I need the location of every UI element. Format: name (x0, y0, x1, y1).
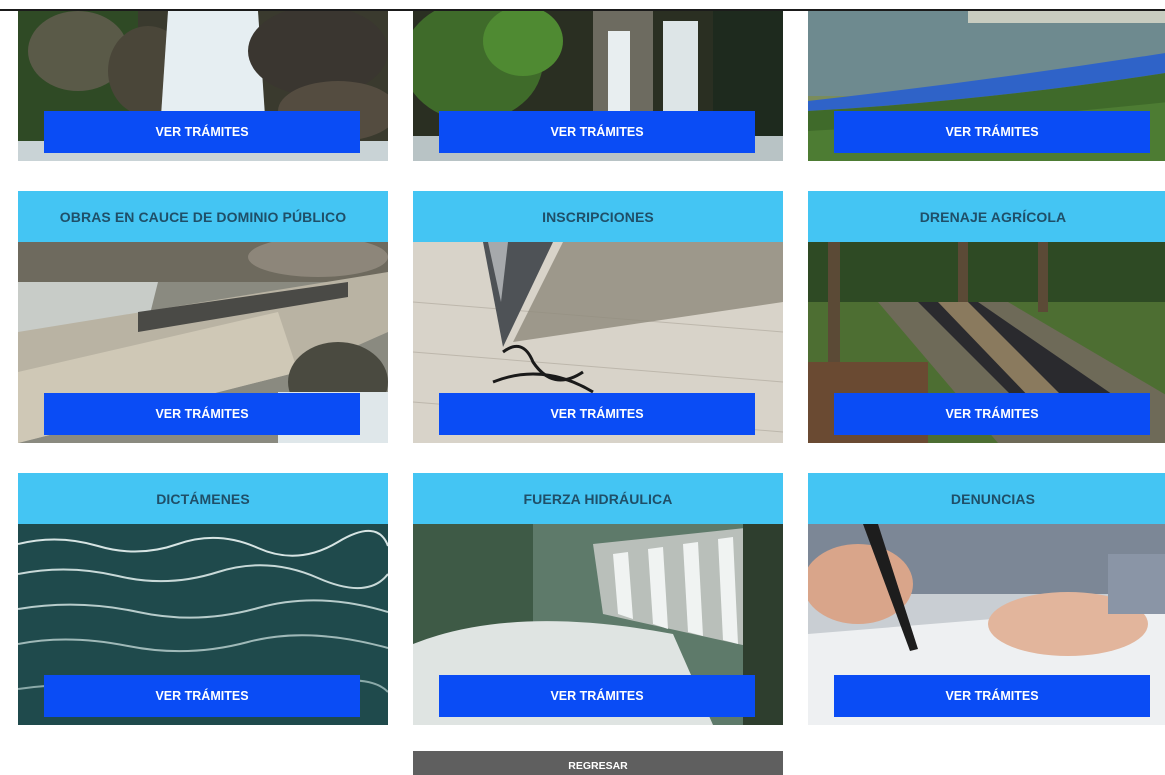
card-title: OBRAS EN CAUCE DE DOMINIO PÚBLICO (18, 191, 388, 242)
card-title: DICTÁMENES (18, 473, 388, 524)
ver-tramites-button[interactable]: VER TRÁMITES (44, 393, 360, 435)
ver-tramites-button[interactable]: VER TRÁMITES (834, 393, 1150, 435)
regresar-label: REGRESAR (568, 760, 628, 772)
card-title: DRENAJE AGRÍCOLA (808, 191, 1165, 242)
ver-tramites-button[interactable]: VER TRÁMITES (44, 675, 360, 717)
ver-tramites-button[interactable]: VER TRÁMITES (439, 675, 755, 717)
card-title: FUERZA HIDRÁULICA (413, 473, 783, 524)
ver-tramites-button[interactable]: VER TRÁMITES (834, 111, 1150, 153)
ver-tramites-button[interactable]: VER TRÁMITES (439, 393, 755, 435)
card-title: DENUNCIAS (808, 473, 1165, 524)
ver-tramites-button[interactable]: VER TRÁMITES (44, 111, 360, 153)
ver-tramites-button[interactable]: VER TRÁMITES (834, 675, 1150, 717)
card-title: INSCRIPCIONES (413, 191, 783, 242)
regresar-button[interactable]: REGRESAR (413, 751, 783, 775)
ver-tramites-button[interactable]: VER TRÁMITES (439, 111, 755, 153)
